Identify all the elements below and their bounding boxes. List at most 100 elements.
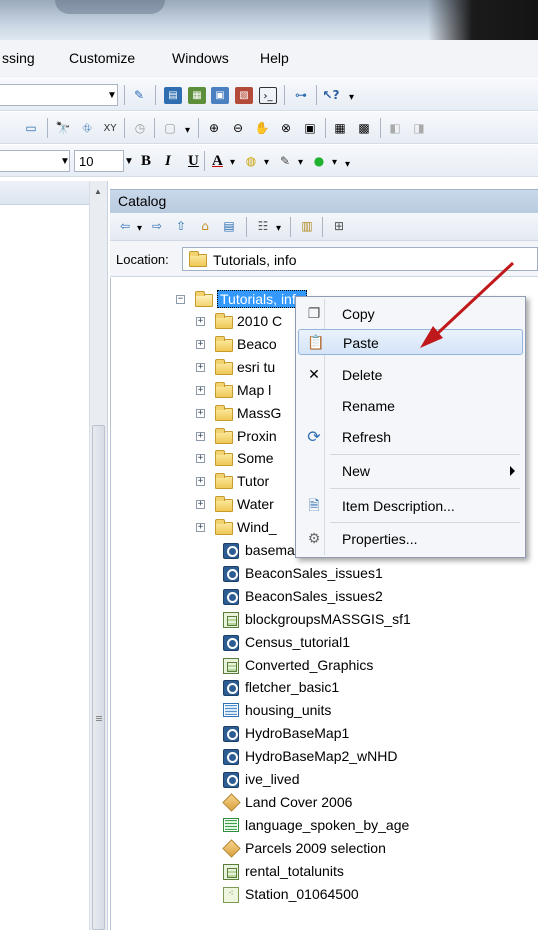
expand-icon[interactable]: + — [196, 431, 205, 441]
up-one-level-icon[interactable]: ⇧ — [172, 218, 190, 235]
menu-item-paste[interactable]: 📋 Paste — [298, 329, 523, 355]
zoom-whole-page-icon[interactable]: ▦ — [331, 120, 349, 137]
chevron-down-icon[interactable]: ▾ — [298, 157, 303, 168]
fixed-zoom-icon[interactable]: ▣ — [301, 120, 319, 137]
menu-item-paste-label: Paste — [343, 335, 379, 351]
expand-icon[interactable]: + — [196, 500, 205, 510]
tree-item[interactable]: BeaconSales_issues2 — [223, 586, 523, 608]
pan-icon[interactable]: ✋ — [253, 120, 271, 137]
expand-icon[interactable]: + — [196, 362, 205, 372]
collapse-icon[interactable]: − — [176, 295, 185, 304]
tree-item-label: housing_units — [245, 702, 332, 719]
menu-item-item-description[interactable]: 🗎 Item Description... — [298, 493, 523, 519]
time-slider-icon[interactable]: ◷ — [131, 120, 149, 137]
chevron-down-icon[interactable]: ▼ — [107, 90, 117, 101]
chevron-down-icon[interactable]: ▾ — [345, 159, 350, 170]
menu-geoprocessing[interactable]: ssing — [2, 50, 35, 66]
tree-item[interactable]: rental_totalunits — [223, 861, 523, 883]
chevron-down-icon[interactable]: ▾ — [185, 125, 190, 136]
scale-combo[interactable] — [0, 84, 118, 106]
expand-icon[interactable]: + — [196, 523, 205, 533]
tree-item[interactable]: ⁖ Station_01064500 — [223, 884, 523, 906]
chevron-down-icon[interactable]: ▾ — [264, 157, 269, 168]
expand-icon[interactable]: + — [196, 477, 205, 487]
fill-color-icon[interactable]: ◍ — [242, 153, 260, 170]
tree-item[interactable]: Census_tutorial1 — [223, 632, 523, 654]
tree-folder-label: Some — [237, 450, 274, 467]
expand-icon[interactable]: + — [196, 454, 205, 464]
toc-scrollbar[interactable]: ▲ — [89, 181, 107, 930]
new-folder-icon[interactable]: ▥ — [298, 218, 316, 235]
chevron-down-icon[interactable]: ▼ — [124, 156, 134, 167]
submenu-arrow-icon — [510, 466, 515, 476]
home-icon[interactable]: ⌂ — [196, 218, 214, 235]
expand-icon[interactable]: + — [196, 317, 205, 326]
menu-item-properties[interactable]: ⚙ Properties... — [298, 526, 523, 552]
full-extent-icon[interactable]: ⊗ — [277, 120, 295, 137]
menu-item-new[interactable]: New — [298, 458, 523, 484]
measure-icon[interactable]: ▭ — [22, 120, 40, 137]
python-window-icon[interactable]: ›_ — [259, 87, 277, 104]
expand-icon[interactable]: + — [196, 339, 205, 349]
menu-item-copy[interactable]: ❐ Copy — [298, 301, 523, 327]
italic-button[interactable]: I — [165, 153, 171, 170]
table-window-icon[interactable]: ▤ — [164, 87, 182, 104]
connect-folder-icon[interactable]: ▤ — [220, 218, 238, 235]
line-color-icon[interactable]: ✎ — [276, 153, 294, 170]
zoom-out-icon[interactable]: ⊖ — [229, 120, 247, 137]
menu-customize[interactable]: Customize — [69, 50, 135, 66]
menu-item-delete[interactable]: ✕ Delete — [298, 362, 523, 388]
location-field[interactable]: Tutorials, info — [182, 247, 538, 271]
zoom-100-icon[interactable]: ▩ — [355, 120, 373, 137]
chevron-down-icon[interactable]: ▼ — [60, 156, 70, 167]
back-arrow-icon[interactable]: ⇦ — [116, 218, 134, 235]
font-size-combo[interactable]: 10 — [74, 150, 124, 172]
next-extent-icon[interactable]: ◨ — [410, 120, 428, 137]
catalog-window-icon[interactable]: ▦ — [188, 87, 206, 104]
chevron-down-icon[interactable]: ▾ — [276, 223, 281, 234]
expand-icon[interactable]: + — [196, 385, 205, 395]
find-route-icon[interactable]: ⛗ — [78, 120, 96, 137]
toc-scrollbar-thumb[interactable] — [92, 425, 105, 930]
tree-item[interactable]: HydroBaseMap1 — [223, 723, 523, 745]
tree-item[interactable]: fletcher_basic1 — [223, 677, 523, 699]
previous-extent-icon[interactable]: ◧ — [386, 120, 404, 137]
menu-item-rename[interactable]: Rename — [298, 393, 523, 419]
editor-icon[interactable]: ✎ — [130, 87, 148, 104]
find-icon[interactable]: 🔭 — [54, 120, 72, 137]
menu-windows[interactable]: Windows — [172, 50, 229, 66]
layout-icon[interactable]: ▢ — [161, 120, 179, 137]
zoom-in-icon[interactable]: ⊕ — [205, 120, 223, 137]
chevron-down-icon[interactable]: ▾ — [349, 92, 354, 103]
chevron-down-icon[interactable]: ▾ — [137, 223, 142, 234]
scroll-up-icon[interactable]: ▲ — [94, 187, 102, 196]
raster-icon — [223, 657, 239, 674]
tree-item[interactable]: housing_units — [223, 700, 523, 722]
tree-item[interactable]: Land Cover 2006 — [222, 792, 523, 814]
chevron-down-icon[interactable]: ▾ — [230, 157, 235, 168]
marker-color-icon[interactable]: ● — [310, 153, 328, 170]
forward-arrow-icon[interactable]: ⇨ — [148, 218, 166, 235]
whats-this-icon[interactable]: ↖? — [322, 87, 340, 104]
tree-item[interactable]: HydroBaseMap2_wNHD — [223, 746, 523, 768]
expand-icon[interactable]: + — [196, 408, 205, 418]
tree-item[interactable]: language_spoken_by_age — [223, 815, 523, 837]
tree-item[interactable]: Parcels 2009 selection — [222, 838, 523, 860]
go-to-xy-icon[interactable]: XY — [101, 120, 119, 137]
modelbuilder-icon[interactable]: ⊶ — [292, 87, 310, 104]
arctoolbox-icon[interactable]: ▧ — [235, 87, 253, 104]
toggle-contents-icon[interactable]: ⊞ — [330, 218, 348, 235]
bold-button[interactable]: B — [141, 153, 151, 170]
tree-item[interactable]: BeaconSales_issues1 — [223, 563, 523, 585]
tree-item[interactable]: Converted_Graphics — [223, 655, 523, 677]
menu-help[interactable]: Help — [260, 50, 289, 66]
font-color-button[interactable]: A — [212, 153, 223, 170]
tree-item[interactable]: ive_lived — [223, 769, 523, 791]
view-list-icon[interactable]: ☷ — [254, 218, 272, 235]
menu-item-refresh[interactable]: ⟳ Refresh — [298, 424, 523, 450]
underline-button[interactable]: U — [188, 153, 199, 170]
tree-item[interactable]: blockgroupsMASSGIS_sf1 — [223, 609, 523, 631]
chevron-down-icon[interactable]: ▾ — [332, 157, 337, 168]
map-document-icon — [223, 749, 239, 766]
search-window-icon[interactable]: ▣ — [211, 87, 229, 104]
